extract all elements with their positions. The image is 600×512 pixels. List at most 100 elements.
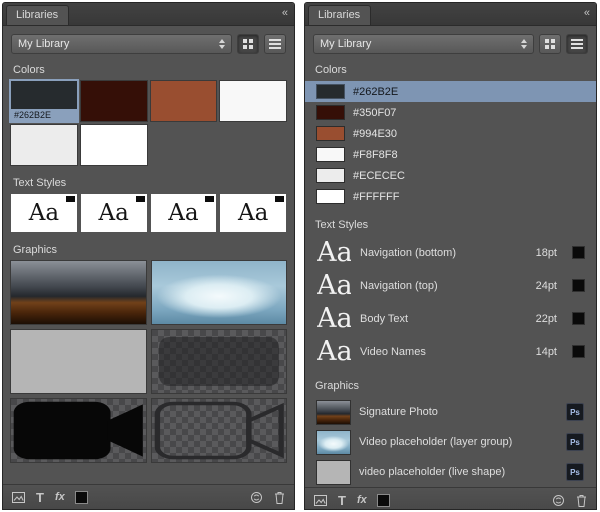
- graphic-thumbnail-gray-rectangle: [317, 461, 350, 484]
- text-style-tile[interactable]: Aa: [81, 194, 147, 232]
- color-list-item[interactable]: #350F07: [305, 102, 596, 123]
- grid-view-icon: [243, 39, 253, 49]
- color-chip: [317, 85, 344, 98]
- graphic-tile-gray-rectangle[interactable]: [11, 330, 146, 393]
- color-list-item[interactable]: #994E30: [305, 123, 596, 144]
- graphics-section-label: Graphics: [315, 380, 586, 392]
- color-hex-label: #262B2E: [353, 86, 398, 98]
- delete-icon[interactable]: [274, 491, 285, 504]
- text-style-list-item[interactable]: Aa Navigation (bottom) 18pt: [305, 236, 596, 269]
- graphic-name: Signature Photo: [359, 406, 557, 418]
- selected-swatch-hex-label: #262B2E: [11, 109, 77, 121]
- text-color-chip: [573, 346, 584, 357]
- library-select[interactable]: My Library: [313, 34, 534, 54]
- collapse-panel-icon[interactable]: «: [282, 7, 287, 19]
- screenshot-stage: Libraries « My Library Colors #262B2E: [0, 0, 600, 512]
- text-styles-section-label: Text Styles: [13, 177, 284, 189]
- new-graphic-icon[interactable]: [314, 495, 327, 506]
- color-chip: [317, 148, 344, 161]
- text-style-tile[interactable]: Aa: [151, 194, 217, 232]
- sync-status-icon[interactable]: [552, 494, 565, 507]
- color-swatch[interactable]: [81, 125, 147, 165]
- video-shape-icon: [11, 399, 146, 462]
- photoshop-badge: Ps: [566, 433, 584, 451]
- list-view-icon: [571, 39, 583, 49]
- panel-toolbar: T fx: [3, 484, 294, 509]
- text-color-chip: [205, 196, 214, 202]
- color-hex-label: #994E30: [353, 128, 397, 140]
- panel-header: Libraries «: [3, 3, 294, 26]
- new-graphic-icon[interactable]: [12, 492, 25, 503]
- new-layer-style-icon[interactable]: fx: [55, 491, 65, 503]
- graphic-thumbnail-iceberg-photo: [317, 431, 350, 454]
- graphic-tile-video-shape-filled[interactable]: [11, 399, 146, 462]
- library-controls: My Library: [313, 34, 588, 54]
- delete-icon[interactable]: [576, 494, 587, 507]
- graphic-tile-video-shape-transparent[interactable]: [152, 399, 287, 462]
- text-color-chip: [573, 313, 584, 324]
- text-style-size: 14pt: [536, 346, 557, 358]
- grid-view-button[interactable]: [539, 34, 561, 54]
- text-style-size: 18pt: [536, 247, 557, 259]
- text-style-size: 22pt: [536, 313, 557, 325]
- color-swatch[interactable]: [81, 81, 147, 121]
- graphic-name: video placeholder (live shape): [359, 466, 557, 478]
- graphics-section-label: Graphics: [13, 244, 284, 256]
- grid-view-button[interactable]: [237, 34, 259, 54]
- color-chip: [317, 190, 344, 203]
- photoshop-badge: Ps: [566, 403, 584, 421]
- new-text-style-icon[interactable]: T: [36, 490, 44, 505]
- text-style-preview: Aa: [317, 304, 351, 334]
- text-style-tile[interactable]: Aa: [220, 194, 286, 232]
- graphics-grid: [11, 261, 286, 462]
- sync-status-icon[interactable]: [250, 491, 263, 504]
- libraries-panel-grid-view: Libraries « My Library Colors #262B2E: [2, 2, 295, 510]
- text-color-chip: [66, 196, 75, 202]
- text-style-tile[interactable]: Aa: [11, 194, 77, 232]
- color-chip: [317, 127, 344, 140]
- color-swatch[interactable]: [151, 81, 217, 121]
- list-view-button[interactable]: [566, 34, 588, 54]
- colors-section-label: Colors: [315, 64, 586, 76]
- graphic-list-item[interactable]: video placeholder (live shape) Ps: [305, 457, 596, 487]
- color-swatch[interactable]: [220, 81, 286, 121]
- text-style-name: Navigation (bottom): [360, 247, 527, 259]
- library-select-value: My Library: [18, 38, 69, 50]
- text-style-preview: Aa: [317, 271, 351, 301]
- graphic-tile-transparent-rounded-rectangle[interactable]: [152, 330, 287, 393]
- dropdown-arrows-icon: [521, 39, 527, 49]
- libraries-panel-list-view: Libraries « My Library Colors #262B2E: [304, 2, 597, 510]
- new-text-style-icon[interactable]: T: [338, 493, 346, 508]
- color-swatch[interactable]: #262B2E: [11, 81, 77, 121]
- library-controls: My Library: [11, 34, 286, 54]
- new-color-swatch-icon[interactable]: [76, 492, 87, 503]
- grid-view-icon: [545, 39, 555, 49]
- color-list-item[interactable]: #FFFFFF: [305, 186, 596, 207]
- collapse-panel-icon[interactable]: «: [584, 7, 589, 19]
- library-select[interactable]: My Library: [11, 34, 232, 54]
- text-style-grid: Aa Aa Aa Aa: [11, 194, 286, 232]
- panel-toolbar: T fx: [305, 487, 596, 509]
- text-style-name: Body Text: [360, 313, 527, 325]
- new-layer-style-icon[interactable]: fx: [357, 494, 367, 506]
- new-color-swatch-icon[interactable]: [378, 495, 389, 506]
- color-list-item[interactable]: #ECECEC: [305, 165, 596, 186]
- text-style-list-item[interactable]: Aa Body Text 22pt: [305, 302, 596, 335]
- text-style-list-item[interactable]: Aa Navigation (top) 24pt: [305, 269, 596, 302]
- color-swatch-grid: #262B2E: [11, 81, 286, 165]
- list-view-button[interactable]: [264, 34, 286, 54]
- color-list-item[interactable]: #F8F8F8: [305, 144, 596, 165]
- graphic-tile-iceberg-photo[interactable]: [152, 261, 287, 324]
- color-hex-label: #ECECEC: [353, 170, 405, 182]
- color-swatch[interactable]: [11, 125, 77, 165]
- tab-libraries[interactable]: Libraries: [308, 5, 371, 25]
- dropdown-arrows-icon: [219, 39, 225, 49]
- color-list-item[interactable]: #262B2E: [305, 81, 596, 102]
- graphic-list-item[interactable]: Video placeholder (layer group) Ps: [305, 427, 596, 457]
- graphic-list-item[interactable]: Signature Photo Ps: [305, 397, 596, 427]
- tab-libraries[interactable]: Libraries: [6, 5, 69, 25]
- panel-body: My Library Colors #262B2E: [3, 26, 294, 509]
- color-chip: [317, 106, 344, 119]
- text-style-list-item[interactable]: Aa Video Names 14pt: [305, 335, 596, 368]
- graphic-tile-storm-photo[interactable]: [11, 261, 146, 324]
